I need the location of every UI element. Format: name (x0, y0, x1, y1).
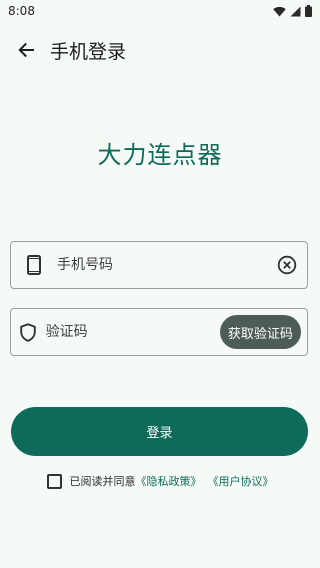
verification-code-field: 获取验证码 (10, 308, 308, 356)
clear-phone-button[interactable] (269, 247, 305, 283)
battery-icon (305, 5, 312, 17)
smartphone-icon (27, 255, 41, 275)
cellular-signal-icon (290, 6, 301, 16)
code-field-icon-wrap (11, 322, 46, 342)
back-button[interactable] (6, 30, 46, 70)
shield-icon (20, 322, 37, 342)
status-time: 8:08 (8, 4, 35, 18)
agreement-row: 已阅读并同意 《隐私政策》 《用户协议》 (0, 471, 320, 491)
arrow-left-icon (18, 42, 34, 58)
verification-code-input[interactable] (45, 324, 220, 340)
user-agreement-link[interactable]: 《用户协议》 (208, 473, 274, 489)
clear-circle-icon (277, 255, 297, 275)
app-brand-title: 大力连点器 (97, 141, 223, 169)
wifi-icon (273, 6, 286, 16)
page-title: 手机登录 (50, 40, 127, 63)
phone-field (10, 241, 308, 289)
app-bar: 手机登录 (0, 30, 320, 70)
phone-field-icon-wrap (11, 255, 57, 275)
agreement-checkbox[interactable] (46, 473, 62, 489)
get-verification-code-button[interactable]: 获取验证码 (219, 315, 301, 349)
privacy-policy-link[interactable]: 《隐私政策》 (136, 473, 202, 489)
agreement-text: 已阅读并同意 (69, 475, 136, 488)
status-icons (273, 5, 312, 17)
login-button[interactable]: 登录 (11, 407, 308, 456)
phone-input[interactable] (57, 257, 269, 273)
status-bar: 8:08 (0, 0, 320, 22)
